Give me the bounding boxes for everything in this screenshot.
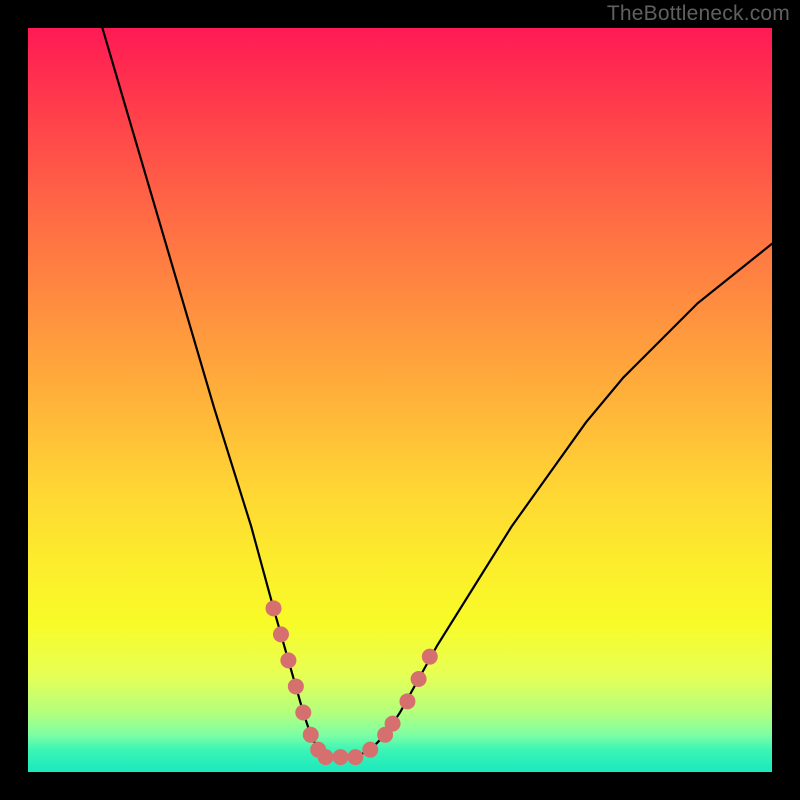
attribution-text: TheBottleneck.com	[607, 2, 790, 26]
curve-svg	[28, 28, 772, 772]
highlight-dot	[362, 742, 378, 758]
highlight-dot	[411, 671, 427, 687]
highlight-dot	[288, 678, 304, 694]
chart-stage: TheBottleneck.com	[0, 0, 800, 800]
highlight-dot	[399, 693, 415, 709]
highlight-dot	[280, 652, 296, 668]
highlight-dot	[385, 716, 401, 732]
highlight-dot	[295, 704, 311, 720]
highlight-dots-group	[266, 600, 438, 765]
highlight-dot	[266, 600, 282, 616]
highlight-dot	[273, 626, 289, 642]
highlight-dot	[422, 649, 438, 665]
highlight-dot	[318, 749, 334, 765]
bottleneck-curve-path	[102, 28, 772, 757]
highlight-dot	[303, 727, 319, 743]
highlight-dot	[332, 749, 348, 765]
plot-area	[28, 28, 772, 772]
highlight-dot	[347, 749, 363, 765]
